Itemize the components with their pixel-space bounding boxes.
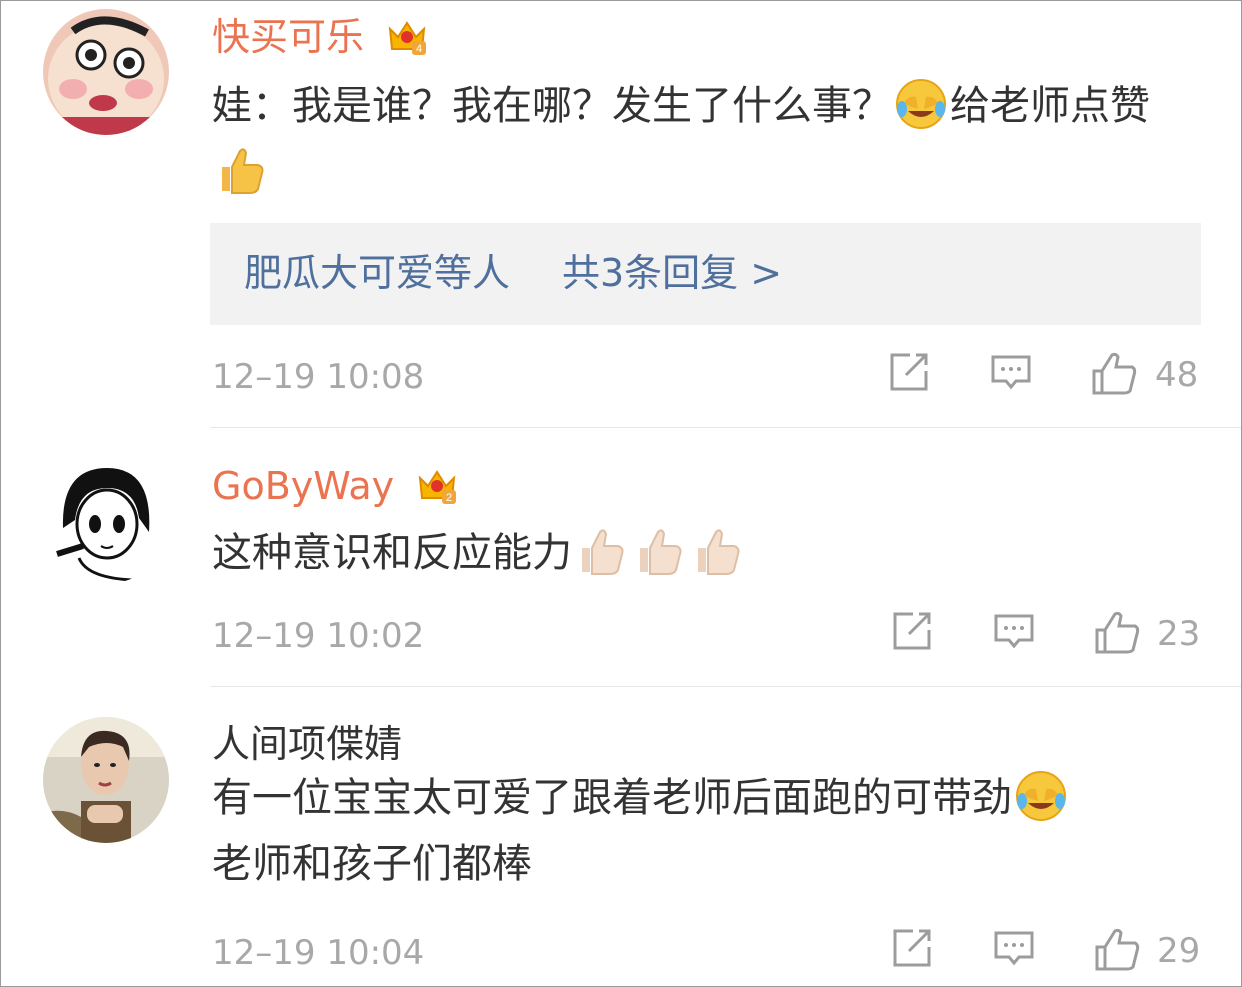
view-replies-link[interactable]: 共3条回复 >: [562, 251, 782, 295]
vip-crown-icon: 4: [386, 15, 428, 57]
like-icon[interactable]: [1093, 610, 1141, 660]
thumbs-up-emoji-icon: [690, 524, 744, 578]
reply-users[interactable]: 肥瓜大可爱等人: [244, 251, 510, 295]
vip-crown-icon: 2: [416, 464, 458, 506]
comment-footer: 12–19 10:04 29: [212, 927, 1241, 977]
like-count: 23: [1157, 614, 1201, 654]
comment-item: 快买可乐 4 娃：我是谁？我在哪？发生了什么事？ 给老师点赞 肥瓜大可爱等人 共3…: [1, 1, 1241, 427]
repost-icon[interactable]: [891, 610, 933, 660]
username-text[interactable]: 人间项偞婧: [212, 722, 402, 766]
svg-text:2: 2: [446, 492, 452, 504]
comment-footer: 12–19 10:02 23: [212, 610, 1241, 660]
thumbs-up-emoji-icon: [214, 143, 268, 197]
laugh-cry-emoji-icon: [1014, 769, 1068, 823]
timestamp: 12–19 10:08: [212, 357, 425, 397]
comment-item: 人间项偞婧 有一位宝宝太可爱了跟着老师后面跑的可带劲 老师和孩子们都棒 12–19…: [1, 687, 1241, 986]
username[interactable]: 人间项偞婧: [212, 722, 402, 766]
timestamp: 12–19 10:02: [212, 616, 425, 656]
like-count: 29: [1157, 931, 1201, 971]
comment-text: 娃：我是谁？我在哪？发生了什么事？ 给老师点赞: [212, 73, 1197, 205]
comment-item: GoByWay 2 这种意识和反应能力 12–19 10:02 23: [1, 428, 1241, 686]
comment-text-part: 给老师点赞: [950, 83, 1150, 129]
comment-icon[interactable]: [993, 610, 1035, 660]
comment-text-part: 娃：我是谁？我在哪？发生了什么事？: [212, 83, 892, 129]
svg-text:4: 4: [416, 43, 422, 55]
comment-text-part: 这种意识和反应能力: [212, 530, 572, 576]
avatar[interactable]: [43, 9, 169, 135]
comment-text-part: 有一位宝宝太可爱了跟着老师后面跑的可带劲: [212, 775, 1012, 821]
repost-icon[interactable]: [888, 351, 930, 401]
comment-footer: 12–19 10:08 48: [212, 351, 1241, 401]
avatar[interactable]: [43, 717, 169, 843]
username-text[interactable]: GoByWay: [212, 464, 394, 508]
timestamp: 12–19 10:04: [212, 933, 425, 973]
username[interactable]: 快买可乐 4: [212, 15, 428, 61]
like-icon[interactable]: [1093, 927, 1141, 977]
thumbs-up-emoji-icon: [574, 524, 628, 578]
reply-summary[interactable]: 肥瓜大可爱等人 共3条回复 >: [210, 223, 1201, 325]
repost-icon[interactable]: [891, 927, 933, 977]
comment-text: 有一位宝宝太可爱了跟着老师后面跑的可带劲 老师和孩子们都棒: [212, 765, 1197, 897]
laugh-cry-emoji-icon: [894, 77, 948, 131]
comment-icon[interactable]: [993, 927, 1035, 977]
like-count: 48: [1155, 355, 1199, 395]
username[interactable]: GoByWay 2: [212, 464, 458, 510]
comment-text: 这种意识和反应能力: [212, 520, 1197, 586]
comment-icon[interactable]: [990, 351, 1032, 401]
username-text[interactable]: 快买可乐: [212, 15, 364, 59]
like-icon[interactable]: [1090, 351, 1138, 401]
comment-text-part: 老师和孩子们都棒: [212, 841, 532, 887]
comment-list: 快买可乐 4 娃：我是谁？我在哪？发生了什么事？ 给老师点赞 肥瓜大可爱等人 共3…: [0, 0, 1242, 987]
thumbs-up-emoji-icon: [632, 524, 686, 578]
avatar[interactable]: [43, 458, 169, 584]
